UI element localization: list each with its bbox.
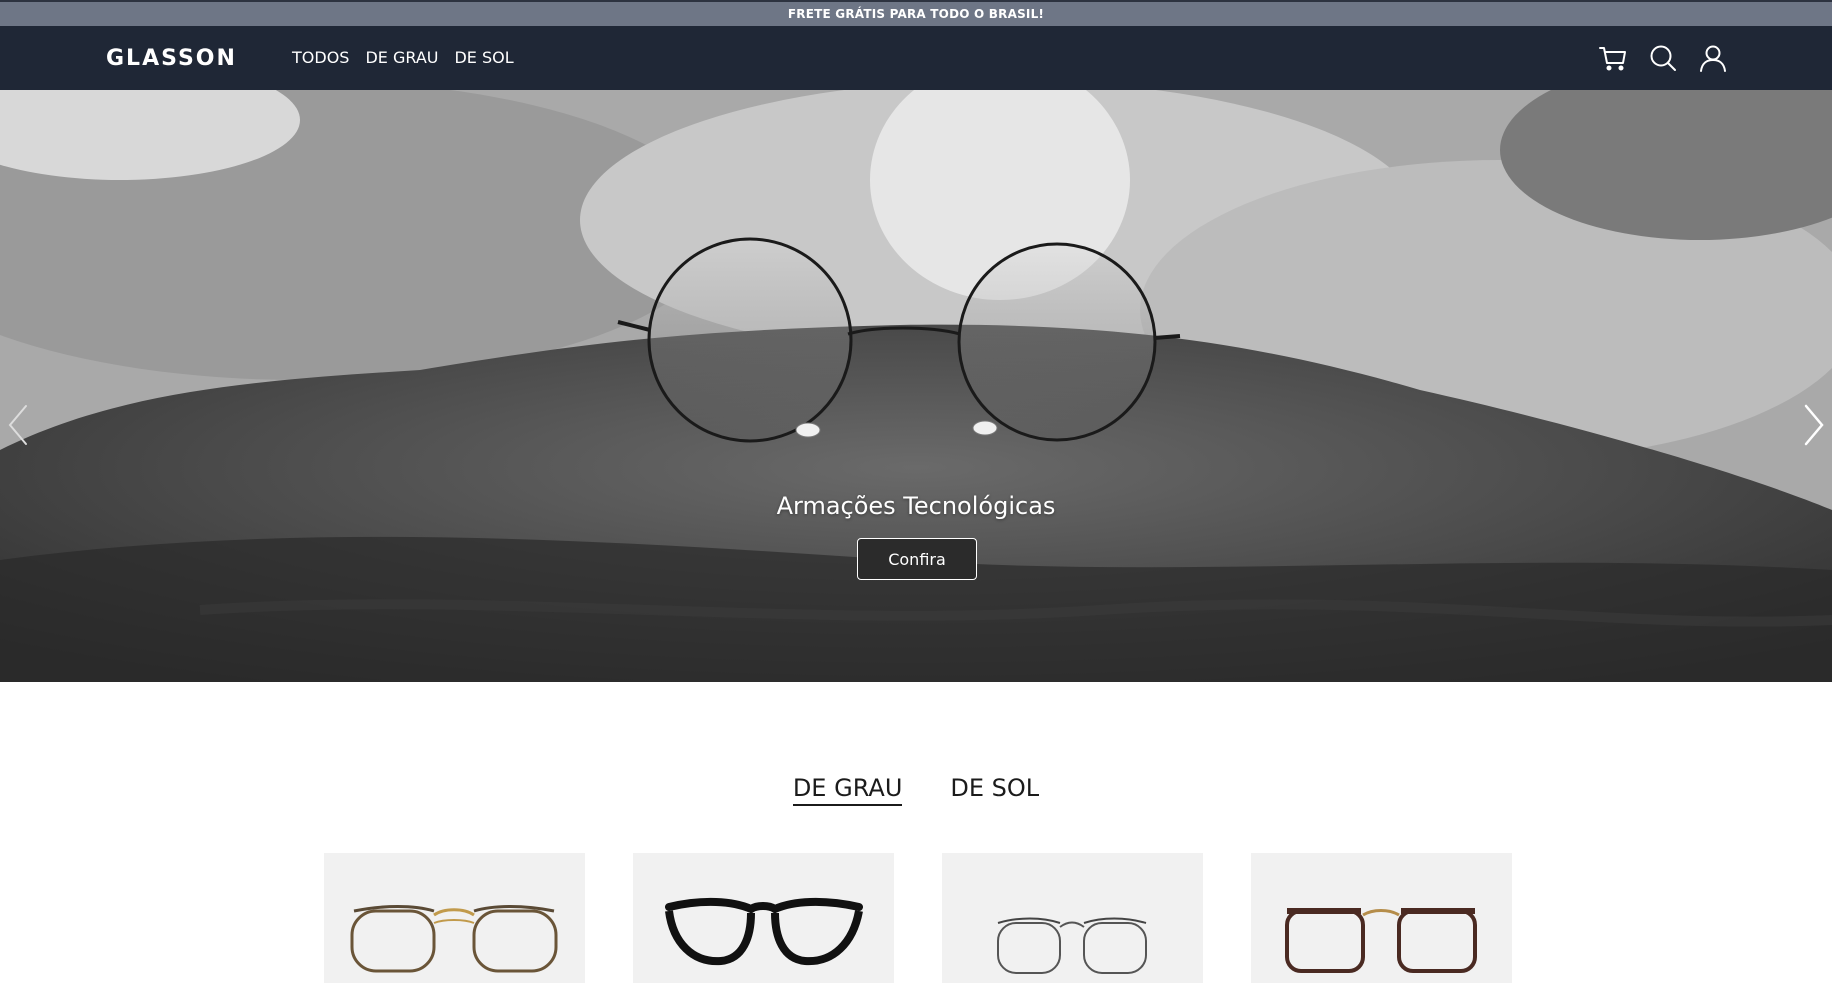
- product-card[interactable]: [324, 853, 585, 983]
- chevron-left-icon[interactable]: [2, 400, 32, 450]
- product-grid: [324, 853, 1512, 983]
- hero-image: [0, 90, 1832, 682]
- confira-button[interactable]: Confira: [857, 538, 977, 580]
- announcement-text: FRETE GRÁTIS PARA TODO O BRASIL!: [787, 7, 1045, 21]
- nav-icons: [1598, 43, 1728, 73]
- brand-logo[interactable]: GLASSON: [106, 46, 237, 71]
- product-card[interactable]: [633, 853, 894, 983]
- black-frame-glasses-image: [665, 897, 863, 966]
- product-card[interactable]: [1251, 853, 1512, 983]
- user-icon[interactable]: [1698, 43, 1728, 73]
- cart-icon[interactable]: [1598, 43, 1628, 73]
- nav-link-de-grau[interactable]: DE GRAU: [365, 48, 438, 67]
- nav-links: TODOS DE GRAU DE SOL: [292, 48, 514, 67]
- tab-de-grau[interactable]: DE GRAU: [792, 774, 903, 806]
- nav-link-de-sol[interactable]: DE SOL: [454, 48, 513, 67]
- nav-link-todos[interactable]: TODOS: [292, 48, 349, 67]
- chevron-right-icon[interactable]: [1800, 400, 1830, 450]
- gold-frame-glasses-image: [350, 905, 558, 973]
- main-navbar: GLASSON TODOS DE GRAU DE SOL: [0, 26, 1832, 90]
- category-tabs: DE GRAU DE SOL: [0, 774, 1832, 806]
- hero-banner: Armações Tecnológicas Confira: [0, 90, 1832, 682]
- tab-de-sol[interactable]: DE SOL: [950, 774, 1039, 806]
- search-icon[interactable]: [1648, 43, 1678, 73]
- hero-caption: Armações Tecnológicas: [776, 492, 1056, 520]
- announcement-bar: FRETE GRÁTIS PARA TODO O BRASIL!: [0, 0, 1832, 26]
- product-card[interactable]: [942, 853, 1203, 983]
- silver-frame-glasses-image: [997, 917, 1147, 974]
- brown-frame-glasses-image: [1285, 908, 1477, 973]
